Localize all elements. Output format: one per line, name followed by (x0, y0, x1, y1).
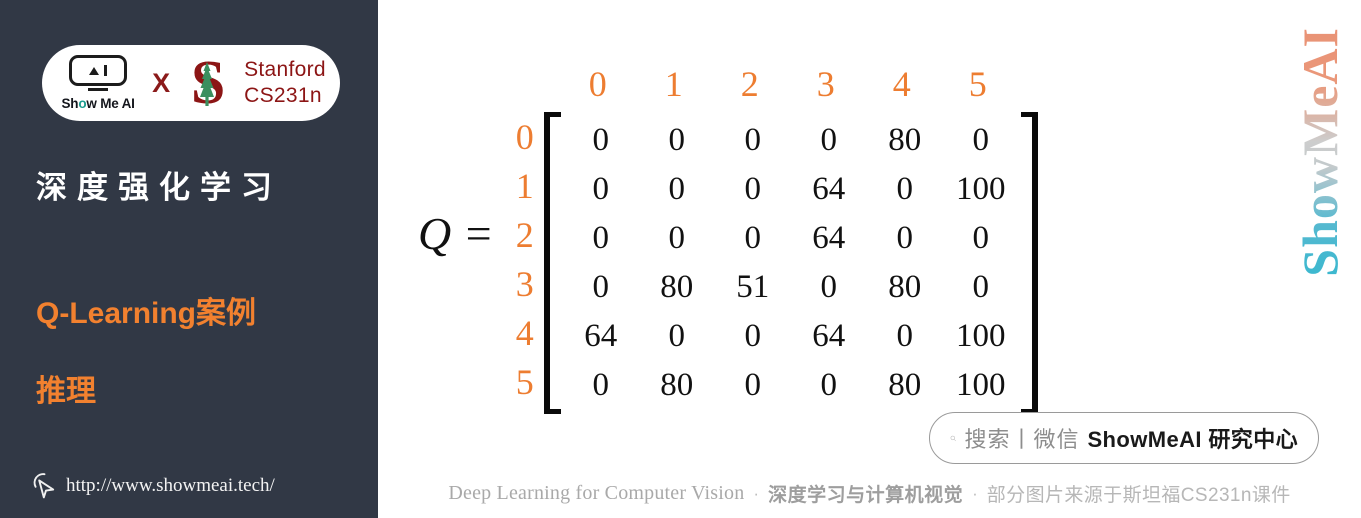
matrix-cell-0-1: 0 (668, 122, 686, 158)
main-content: Q = 0 1 2 3 4 5 0 1 2 3 4 5 0 0 0 0 80 0… (378, 0, 1361, 518)
matrix-cell-5-0: 0 (592, 367, 610, 403)
matrix-cell-0-5: 0 (972, 122, 990, 158)
matrix-row-5: 0 80 0 0 80 100 (563, 361, 1019, 410)
showmeai-logo: Show Me AI (56, 55, 140, 111)
matrix-row-1: 0 0 0 64 0 100 (563, 165, 1019, 214)
wordmark-pre: Sh (61, 96, 79, 112)
matrix-cell-5-4: 80 (888, 367, 922, 403)
watermark-label: ShowMeAI (1292, 27, 1348, 277)
matrix-cell-5-1: 80 (660, 367, 694, 403)
site-url-label: http://www.showmeai.tech/ (66, 474, 275, 496)
matrix-cell-3-1: 80 (660, 269, 694, 305)
matrix-cell-0-0: 0 (592, 122, 610, 158)
matrix-cell-5-3: 0 (820, 367, 838, 403)
matrix-cell-0-2: 0 (744, 122, 762, 158)
matrix-cells: 0 0 0 0 80 0 0 0 0 64 0 100 0 0 0 64 0 0 0 80 51 0 80 0 64 0 0 64 0 1… (563, 112, 1019, 414)
matrix-cell-1-0: 0 (592, 171, 610, 207)
row-header-0: 0 (515, 116, 534, 157)
column-header-0: 0 (588, 64, 607, 104)
row-header-column: 0 1 2 3 4 5 (508, 112, 542, 414)
course-code-label: CS231n (244, 84, 322, 107)
matrix-cell-3-2: 51 (736, 269, 770, 305)
q-matrix-label: Q = (418, 207, 494, 259)
course-title: 深度强化学习 (36, 170, 282, 205)
matrix-row-0: 0 0 0 0 80 0 (563, 116, 1019, 165)
footer-source-note: 部分图片来源于斯坦福CS231n课件 (986, 485, 1291, 506)
row-header-4: 4 (515, 312, 534, 353)
showmeai-robot-icon (69, 55, 128, 87)
matrix-cell-3-0: 0 (592, 269, 610, 305)
footer-separator-1: · (753, 483, 760, 503)
matrix-bracket-right (1020, 112, 1038, 414)
slide-footer: Deep Learning for Computer Vision · 深度学习… (378, 480, 1361, 507)
matrix-cell-0-4: 80 (888, 122, 922, 158)
stanford-seal-icon: S (182, 52, 232, 114)
matrix-cell-2-5: 0 (972, 220, 990, 256)
footer-english: Deep Learning for Computer Vision (448, 482, 745, 504)
matrix-cell-1-4: 0 (896, 171, 914, 207)
matrix-cell-0-3: 0 (820, 122, 838, 158)
footer-chinese-title: 深度学习与计算机视觉 (768, 485, 964, 506)
matrix-cell-3-4: 80 (888, 269, 922, 305)
wordmark-post: w Me AI (86, 96, 135, 112)
magnifier-icon (950, 435, 956, 441)
matrix-cell-1-3: 64 (812, 171, 846, 207)
footer-separator-2: · (972, 483, 978, 503)
stanford-tree-icon (200, 62, 215, 107)
matrix-row-3: 0 80 51 0 80 0 (563, 263, 1019, 312)
matrix-cell-3-5: 0 (972, 269, 990, 305)
caret-glyph (88, 66, 99, 75)
wechat-brand-label: ShowMeAI 研究中心 (1087, 427, 1298, 452)
matrix-body: 0 1 2 3 4 5 0 0 0 0 80 0 0 0 0 64 0 100 0 0 0 64 0 0 0 80 51… (508, 112, 1040, 414)
column-header-3: 3 (816, 64, 835, 104)
matrix-cell-1-5: 100 (956, 171, 1006, 207)
collab-x-symbol: X (152, 67, 171, 98)
wechat-search-badge[interactable]: 搜索丨微信 ShowMeAI 研究中心 (929, 412, 1319, 464)
row-header-2: 2 (515, 214, 534, 255)
stanford-course-text: Stanford CS231n (244, 57, 326, 108)
matrix-cell-4-1: 0 (668, 318, 686, 354)
matrix-cell-2-2: 0 (744, 220, 762, 256)
logo-pill: Show Me AI X S Stanford CS231n (42, 45, 340, 121)
matrix-cell-5-5: 100 (956, 367, 1006, 403)
showmeai-wordmark: Show Me AI (61, 97, 134, 111)
matrix-cell-2-3: 64 (812, 220, 846, 256)
q-matrix-block: Q = 0 1 2 3 4 5 0 1 2 3 4 5 0 0 0 0 80 0… (418, 56, 1040, 414)
site-url-row[interactable]: http://www.showmeai.tech/ (30, 471, 275, 500)
stanford-label: Stanford (244, 58, 326, 82)
matrix-cell-4-2: 0 (744, 318, 762, 354)
matrix-cell-1-2: 0 (744, 171, 762, 207)
row-header-1: 1 (515, 165, 534, 206)
column-header-2: 2 (740, 64, 759, 104)
matrix-cell-2-0: 0 (592, 220, 610, 256)
column-header-row: 0 1 2 3 4 5 (508, 56, 1040, 112)
row-header-3: 3 (515, 263, 534, 304)
column-header-1: 1 (664, 64, 683, 104)
matrix-cell-4-5: 100 (956, 318, 1006, 354)
column-header-5: 5 (968, 64, 987, 104)
matrix-cell-2-1: 0 (668, 220, 686, 256)
matrix-row-4: 64 0 0 64 0 100 (563, 312, 1019, 361)
matrix-bracket-left (543, 112, 561, 414)
slide-canvas: Show Me AI X S Stanford CS231n 深度强化学习 Q-… (0, 0, 1361, 518)
topic-line-2: 推理 (36, 375, 96, 408)
bar-glyph (103, 65, 108, 77)
matrix-cell-4-4: 0 (896, 318, 914, 354)
q-matrix-grid: 0 1 2 3 4 5 0 1 2 3 4 5 0 0 0 0 80 0 0 0… (508, 56, 1040, 414)
column-header-4: 4 (892, 64, 911, 104)
matrix-cell-4-3: 64 (812, 318, 846, 354)
sidebar: Show Me AI X S Stanford CS231n 深度强化学习 Q-… (0, 0, 378, 518)
matrix-row-2: 0 0 0 64 0 0 (563, 214, 1019, 263)
matrix-cell-4-0: 64 (584, 318, 618, 354)
matrix-cell-3-3: 0 (820, 269, 838, 305)
showmeai-watermark: ShowMeAI (1291, 18, 1349, 286)
matrix-cell-1-1: 0 (668, 171, 686, 207)
row-header-5: 5 (515, 361, 534, 402)
topic-line-1: Q-Learning案例 (36, 297, 257, 330)
matrix-cell-2-4: 0 (896, 220, 914, 256)
matrix-cell-5-2: 0 (744, 367, 762, 403)
cursor-pointer-icon (33, 473, 55, 499)
wechat-search-prefix: 搜索丨微信 (964, 427, 1080, 452)
